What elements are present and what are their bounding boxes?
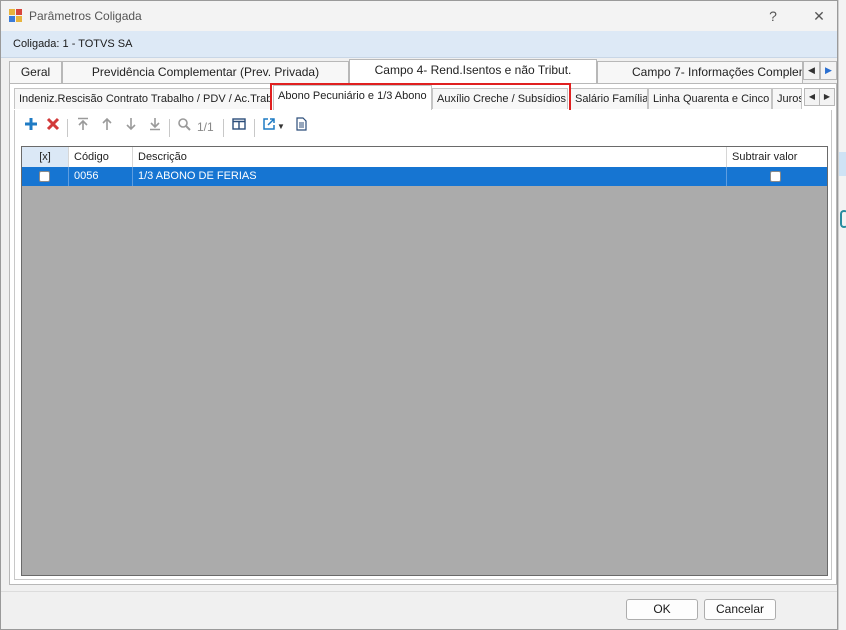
columns-icon[interactable]	[229, 117, 249, 137]
row-descricao[interactable]: 1/3 ABONO DE FERIAS	[133, 167, 727, 186]
document-icon[interactable]	[291, 117, 311, 137]
app-icon	[9, 9, 23, 23]
subtab-salario-familia[interactable]: Salário Família	[570, 88, 648, 109]
subtab-auxilio-creche[interactable]: Auxílio Creche / Subsídios	[432, 88, 568, 109]
subtab-scroll-right-icon[interactable]: ▶	[819, 88, 835, 106]
toolbar-separator	[223, 119, 224, 137]
grid-header: [x] Código Descrição Subtrair valor	[22, 147, 827, 168]
table-row[interactable]: 0056 1/3 ABONO DE FERIAS	[22, 167, 827, 186]
background-selected-row	[839, 152, 846, 176]
column-header-codigo[interactable]: Código	[69, 147, 133, 167]
subtab-indeniz-rescisao[interactable]: Indeniz.Rescisão Contrato Trabalho / PDV…	[14, 88, 271, 109]
subtab-linha-quarenta-e-cinco[interactable]: Linha Quarenta e Cinco	[648, 88, 772, 109]
add-icon[interactable]	[21, 117, 41, 137]
close-button[interactable]: ✕	[805, 5, 833, 27]
row-select-cell[interactable]	[22, 167, 69, 186]
record-counter: 1/1	[197, 120, 214, 134]
tab-campo-4[interactable]: Campo 4- Rend.Isentos e não Tribut.	[349, 59, 597, 84]
subtab-content: 1/1 ▼ [x] Código Descrição Subtrair valo…	[14, 110, 832, 580]
row-codigo[interactable]: 0056	[69, 167, 133, 186]
move-first-icon[interactable]	[73, 117, 93, 137]
column-header-descricao[interactable]: Descrição	[133, 147, 727, 167]
window-title: Parâmetros Coligada	[29, 9, 142, 23]
footer-divider	[1, 591, 837, 592]
column-header-subtrair-valor[interactable]: Subtrair valor	[727, 147, 827, 167]
column-header-select[interactable]: [x]	[22, 147, 69, 167]
subtab-juros[interactable]: Juros	[772, 88, 802, 109]
subtrair-valor-checkbox[interactable]	[770, 171, 781, 182]
move-up-icon[interactable]	[97, 117, 117, 137]
dropdown-arrow-icon[interactable]: ▼	[275, 117, 287, 137]
toolbar-separator	[169, 119, 170, 137]
tab-campo-7[interactable]: Campo 7- Informações Complementares	[597, 61, 803, 83]
parametros-coligada-dialog: Parâmetros Coligada ? ✕ Coligada: 1 - TO…	[0, 0, 838, 630]
ok-button[interactable]: OK	[626, 599, 698, 620]
move-last-icon[interactable]	[145, 117, 165, 137]
cancel-button[interactable]: Cancelar	[704, 599, 776, 620]
row-select-checkbox[interactable]	[39, 171, 50, 182]
toolbar-separator	[67, 119, 68, 137]
subtab-scroll-left-icon[interactable]: ◀	[804, 88, 820, 106]
delete-icon[interactable]	[43, 117, 63, 137]
row-subtrair-valor-cell[interactable]	[727, 167, 827, 186]
move-down-icon[interactable]	[121, 117, 141, 137]
coligada-info-bar: Coligada: 1 - TOTVS SA	[1, 31, 837, 58]
data-grid: [x] Código Descrição Subtrair valor 0056…	[21, 146, 828, 576]
tab-previdencia-complementar[interactable]: Previdência Complementar (Prev. Privada)	[62, 61, 349, 83]
tab-scroll-right-icon[interactable]: ▶	[820, 61, 837, 80]
background-refresh-icon	[840, 210, 846, 228]
search-icon[interactable]	[174, 117, 194, 137]
help-button[interactable]: ?	[759, 5, 787, 27]
tab-scroll-left-icon[interactable]: ◀	[803, 61, 820, 80]
grid-toolbar: 1/1 ▼	[21, 116, 821, 140]
subtab-abono-pecuniario[interactable]: Abono Pecuniário e 1/3 Abono	[273, 85, 432, 110]
tab-geral[interactable]: Geral	[9, 61, 62, 83]
coligada-label: Coligada: 1 - TOTVS SA	[13, 38, 133, 50]
toolbar-separator	[254, 119, 255, 137]
background-panel-edge	[838, 0, 846, 630]
top-tab-strip: Geral Previdência Complementar (Prev. Pr…	[9, 59, 837, 84]
title-bar: Parâmetros Coligada ? ✕	[1, 1, 837, 31]
tab-content-panel: Indeniz.Rescisão Contrato Trabalho / PDV…	[9, 83, 837, 585]
